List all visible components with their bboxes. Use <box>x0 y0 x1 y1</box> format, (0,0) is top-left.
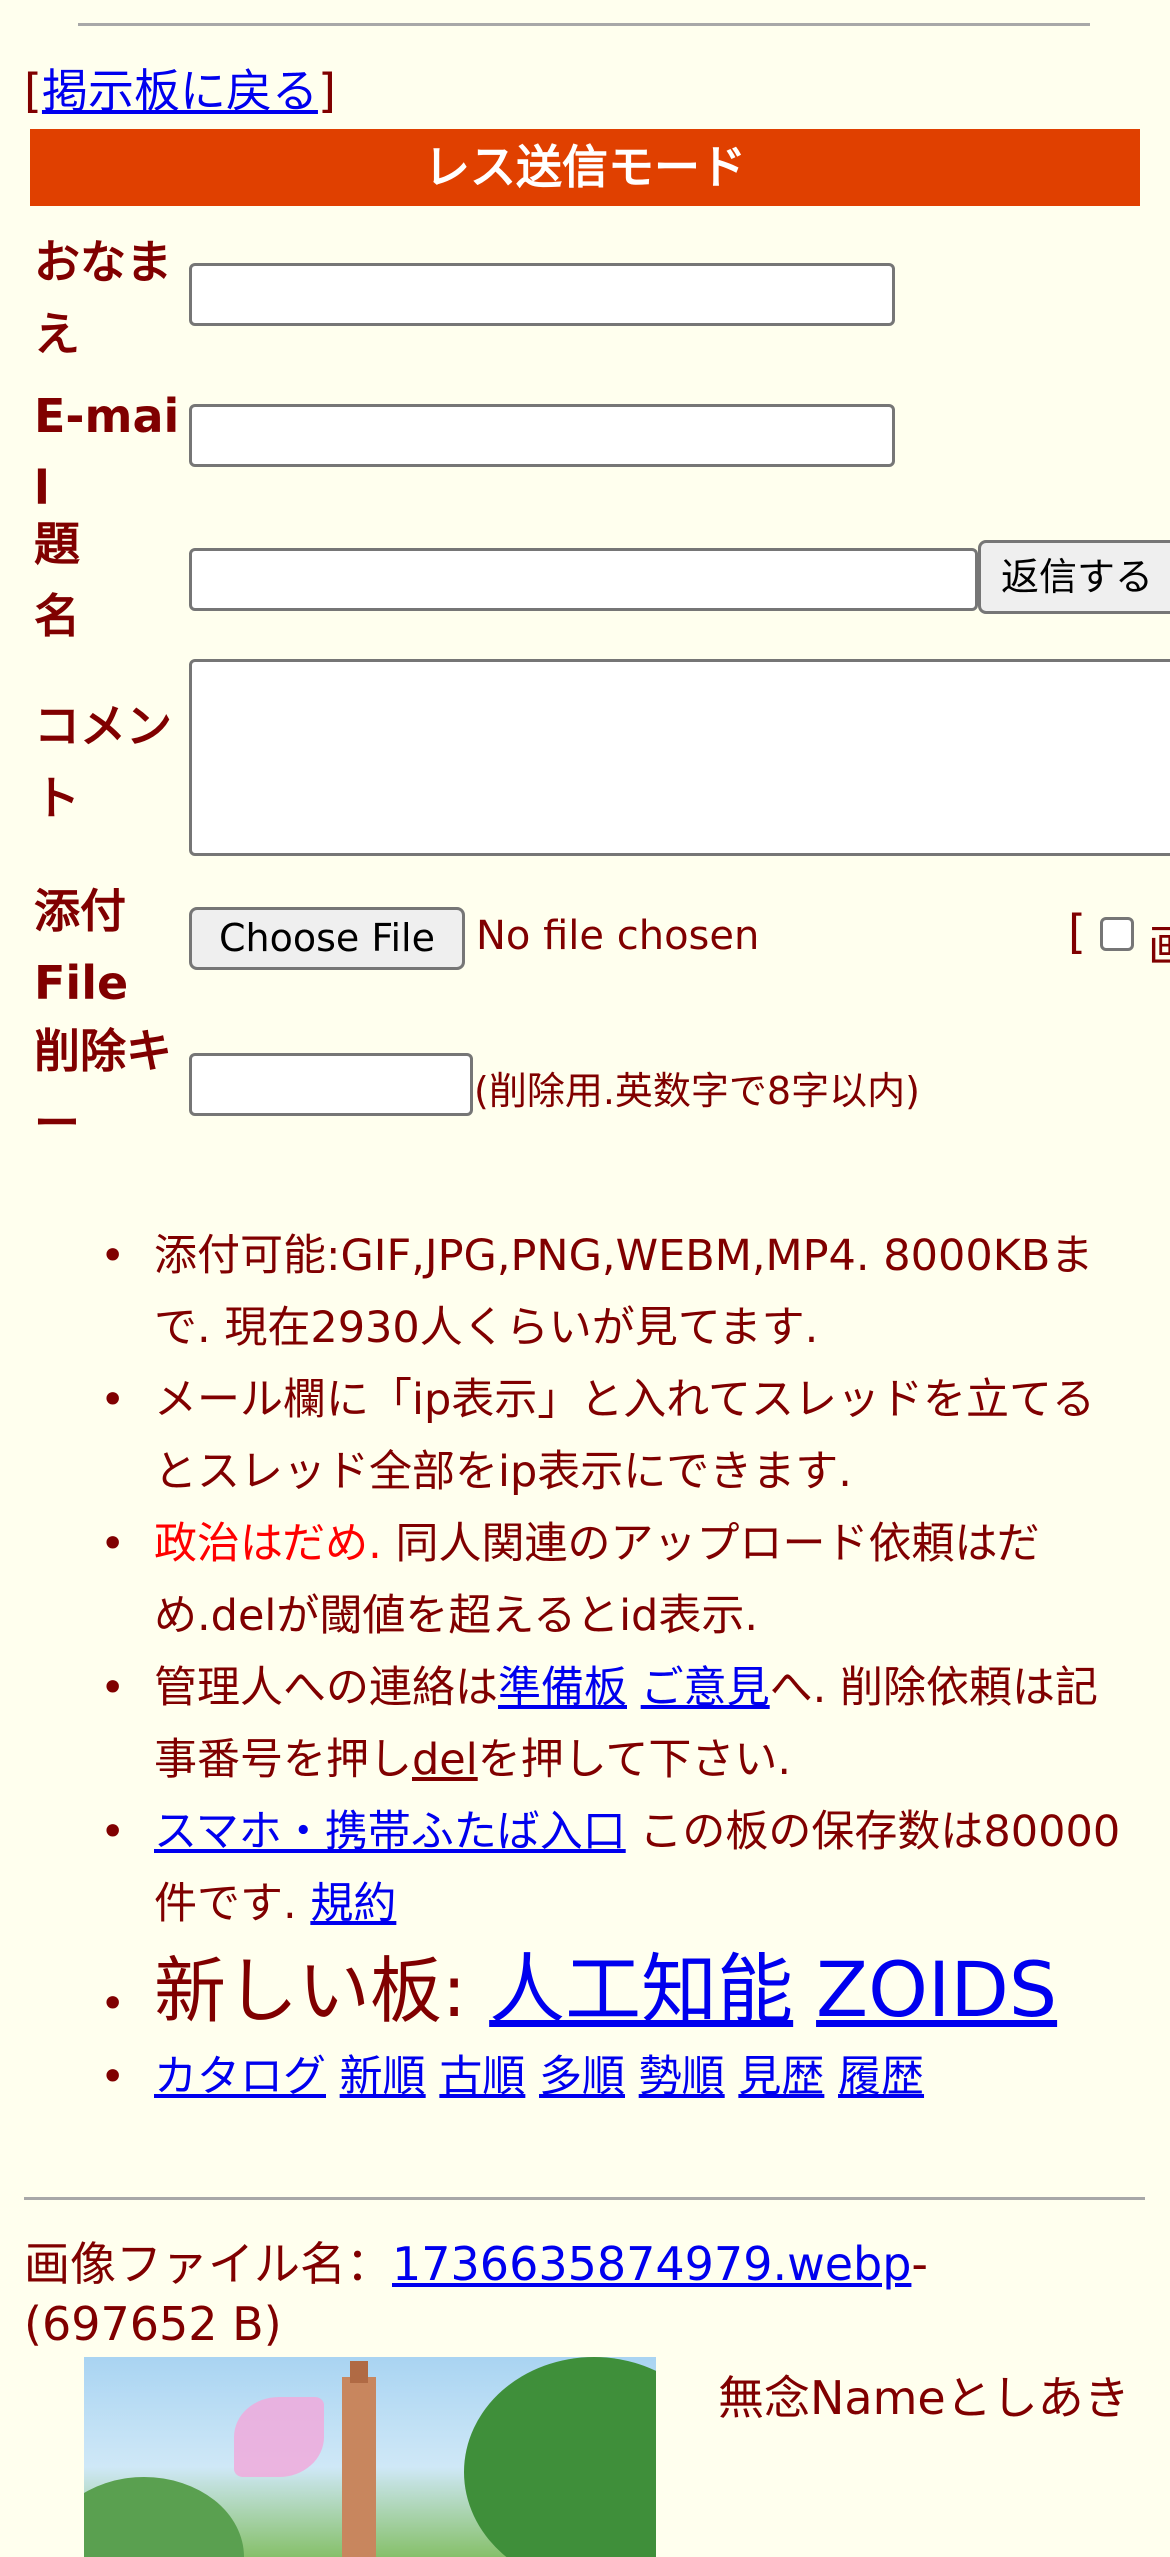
sort-newest-link[interactable]: 新順 <box>340 2052 426 2102</box>
post-history-link[interactable]: 履歴 <box>838 2052 924 2102</box>
tower-top-shape <box>350 2361 368 2383</box>
name-field[interactable] <box>189 263 895 326</box>
board-rules-list: • 添付可能:GIF,JPG,PNG,WEBM,MP4. 8000KBまで. 現在… <box>0 1220 1170 2113</box>
name-label: おなまえ <box>34 235 172 361</box>
sort-momentum-link[interactable]: 勢順 <box>639 2052 725 2102</box>
image-option-label: 画 <box>1148 910 1170 974</box>
rule-item: • スマホ・携帯ふたば入口 この板の保存数は80000件です. 規約 <box>100 1807 1121 1929</box>
sort-most-link[interactable]: 多順 <box>539 2052 625 2102</box>
feedback-link[interactable]: ご意見 <box>641 1663 770 1713</box>
terms-link[interactable]: 規約 <box>310 1879 396 1929</box>
email-field[interactable] <box>189 404 895 467</box>
delete-key-note: (削除用.英数字で8字以内) <box>474 1069 920 1113</box>
rule-item: • メール欄に「ip表示」と入れてスレッドを立てるとスレッド全部をip表示にできま… <box>100 1375 1095 1497</box>
no-file-chosen-text: No file chosen <box>476 913 760 959</box>
sort-oldest-link[interactable]: 古順 <box>439 2052 525 2102</box>
catalog-link[interactable]: カタログ <box>154 2052 326 2102</box>
image-only-checkbox[interactable] <box>1100 917 1134 951</box>
tower-shape <box>342 2377 376 2557</box>
top-divider <box>78 23 1090 26</box>
butterfly-shape <box>234 2397 324 2477</box>
image-file-link[interactable]: 1736635874979.webp <box>392 2237 911 2291</box>
back-to-board-link[interactable]: 掲示板に戻る <box>42 64 318 118</box>
reply-mode-banner: レス送信モード <box>30 129 1140 206</box>
new-boards-item: • 新しい板: 人工知能 ZOIDS <box>100 1945 1058 2034</box>
post-thumbnail-image[interactable] <box>84 2357 656 2557</box>
image-option-bracket: [ <box>1068 905 1086 959</box>
rule-item: • 添付可能:GIF,JPG,PNG,WEBM,MP4. 8000KBまで. 現在… <box>100 1231 1094 1353</box>
nav-links-item: • カタログ 新順 古順 多順 勢順 見歴 履歴 <box>100 2052 925 2102</box>
back-link-row: [掲示板に戻る] <box>24 64 336 118</box>
email-label: E-mail <box>34 389 180 515</box>
ai-board-link[interactable]: 人工知能 <box>489 1945 793 2034</box>
tree-shape <box>464 2357 656 2557</box>
poster-name: 無念Nameとしあき <box>718 2371 1130 2425</box>
view-history-link[interactable]: 見歴 <box>738 2052 824 2102</box>
zoids-board-link[interactable]: ZOIDS <box>816 1945 1057 2034</box>
file-label: 添付File <box>34 884 129 1010</box>
prep-board-link[interactable]: 準備板 <box>498 1663 627 1713</box>
comment-textarea[interactable] <box>189 659 1170 856</box>
subject-field[interactable] <box>189 548 978 611</box>
subject-label: 題名 <box>34 517 80 643</box>
delete-key-label: 削除キー <box>34 1024 172 1150</box>
politics-warning: 政治はだめ. <box>154 1519 382 1569</box>
del-text: del <box>412 1735 478 1785</box>
mobile-entrance-link[interactable]: スマホ・携帯ふたば入口 <box>154 1807 626 1857</box>
tree-shape <box>84 2477 244 2557</box>
rule-item: • 管理人への連絡は準備板 ご意見へ. 削除依頼は記事番号を押しdelを押して下さ… <box>100 1663 1099 1785</box>
comment-label: コメント <box>34 699 172 825</box>
choose-file-button[interactable]: Choose File <box>189 907 465 970</box>
reply-submit-button[interactable]: 返信する <box>978 540 1170 614</box>
delete-key-field[interactable] <box>189 1053 473 1116</box>
rule-item: • 政治はだめ. 同人関連のアップロード依頼はだめ.delが閾値を超えるとid表示… <box>100 1519 1040 1641</box>
post-divider <box>24 2197 1145 2200</box>
file-info: 画像ファイル名：1736635874979.webp- (697652 B) <box>24 2237 929 2351</box>
